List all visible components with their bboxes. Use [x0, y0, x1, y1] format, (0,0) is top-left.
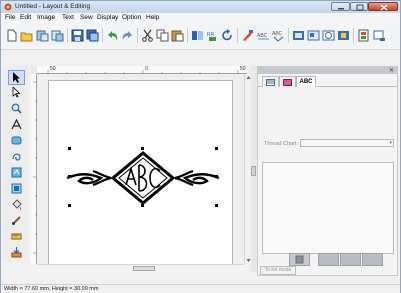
stamp-icon[interactable] [8, 182, 25, 197]
toolbar-separator [353, 28, 354, 43]
preview-icon[interactable] [337, 29, 350, 42]
menu-sew[interactable]: Sew [80, 14, 93, 21]
menu-option[interactable]: Option [122, 14, 141, 21]
hoop-icon[interactable] [307, 29, 320, 42]
ruler-label: 0 [145, 66, 148, 72]
thread-chart-select[interactable]: ▾ [300, 139, 394, 147]
refresh-icon[interactable] [221, 29, 234, 42]
write-card-icon[interactable] [373, 29, 386, 42]
hoop-area[interactable] [48, 80, 233, 265]
ruler-label: 50 [240, 66, 246, 72]
thread-color-list[interactable] [262, 162, 394, 254]
menu-image[interactable]: Image [37, 14, 55, 21]
text-spacing-icon[interactable]: ABC [272, 29, 285, 42]
menu-bar: File Edit Image Text Sew Display Option … [1, 13, 400, 23]
tab-abc[interactable]: ABC [296, 76, 316, 87]
toolbar-separator [187, 28, 188, 43]
text-icon[interactable] [8, 118, 25, 133]
horizontal-scrollbar[interactable] [37, 264, 244, 272]
window-title: Untitled - Layout & Editing [15, 3, 91, 10]
toolbar: RR ABC ABC [1, 23, 400, 50]
design-page-icon[interactable] [292, 29, 305, 42]
maximize-button[interactable] [350, 2, 368, 11]
status-bar: Width = 77.60 mm, Height = 30.00 mm [1, 284, 400, 293]
ruler-icon[interactable] [8, 230, 25, 245]
select-color-icon[interactable] [241, 29, 254, 42]
image-icon[interactable] [322, 29, 335, 42]
toolbar-separator [237, 28, 238, 43]
import-pattern-icon[interactable] [8, 246, 25, 261]
pick-color-button[interactable] [289, 253, 310, 266]
flip-icon[interactable] [191, 29, 204, 42]
sew-attributes-tab[interactable] [262, 76, 279, 87]
copy-icon[interactable] [156, 29, 169, 42]
realistic-preview-icon[interactable] [357, 29, 370, 42]
app-icon [4, 3, 12, 11]
ruler-label: 50 [50, 66, 56, 72]
toolbar-separator [67, 28, 68, 43]
close-icon[interactable]: ✕ [389, 67, 394, 74]
outline-icon[interactable] [8, 150, 25, 165]
menu-text[interactable]: Text [62, 14, 74, 21]
point-edit-icon[interactable] [8, 86, 25, 101]
minimize-button[interactable] [331, 2, 350, 11]
save-as-icon[interactable] [86, 29, 99, 42]
color-button-3[interactable] [362, 253, 383, 266]
application-window: Untitled - Layout & Editing File Edit Im… [0, 0, 401, 293]
panel-tabs: ABC [258, 74, 397, 87]
chevron-down-icon: ▾ [389, 140, 392, 146]
tool-palette [4, 66, 28, 261]
select-icon[interactable] [8, 70, 25, 85]
color-button-2[interactable] [340, 253, 361, 266]
attribute-panel: ✕ ABC Thread Chart: ▾ To list mode [257, 66, 398, 276]
toolbar-separator [102, 28, 103, 43]
new-file-icon[interactable] [5, 29, 18, 42]
menu-edit[interactable]: Edit [20, 14, 31, 21]
redo-icon[interactable] [121, 29, 134, 42]
to-list-mode-button[interactable]: To list mode [260, 266, 296, 275]
monogram-design[interactable] [49, 81, 234, 266]
export-icon[interactable] [51, 29, 64, 42]
paste-icon[interactable] [171, 29, 184, 42]
shape-icon[interactable] [8, 134, 25, 149]
fill-icon[interactable] [8, 166, 25, 181]
title-bar: Untitled - Layout & Editing [1, 1, 400, 13]
zoom-icon[interactable] [8, 102, 25, 117]
vertical-scrollbar[interactable] [244, 74, 251, 264]
colors-tab[interactable] [279, 76, 296, 87]
open-folder-icon[interactable] [20, 29, 33, 42]
import-icon[interactable] [36, 29, 49, 42]
status-text: Width = 77.60 mm, Height = 30.00 mm [4, 286, 99, 292]
toolbar-separator [137, 28, 138, 43]
scroll-thumb[interactable] [133, 266, 155, 271]
svg-text:ABC: ABC [272, 31, 283, 37]
rotate-icon[interactable]: RR [206, 29, 219, 42]
toolbar-separator [288, 28, 289, 43]
brush-icon[interactable] [8, 214, 25, 229]
thread-chart-label: Thread Chart: [264, 141, 298, 147]
panel-header: ✕ [258, 67, 397, 74]
text-attribute-icon[interactable]: ABC [257, 29, 270, 42]
cut-icon[interactable] [141, 29, 154, 42]
color-button-1[interactable] [318, 253, 339, 266]
splitter-grip[interactable] [251, 166, 256, 176]
save-icon[interactable] [71, 29, 84, 42]
bucket-icon[interactable] [8, 198, 25, 213]
menu-file[interactable]: File [5, 14, 15, 21]
close-button[interactable] [368, 2, 398, 11]
menu-display[interactable]: Display [97, 14, 118, 21]
horizontal-ruler: 50 0 50 [37, 66, 247, 74]
undo-icon[interactable] [106, 29, 119, 42]
menu-help[interactable]: Help [146, 14, 159, 21]
